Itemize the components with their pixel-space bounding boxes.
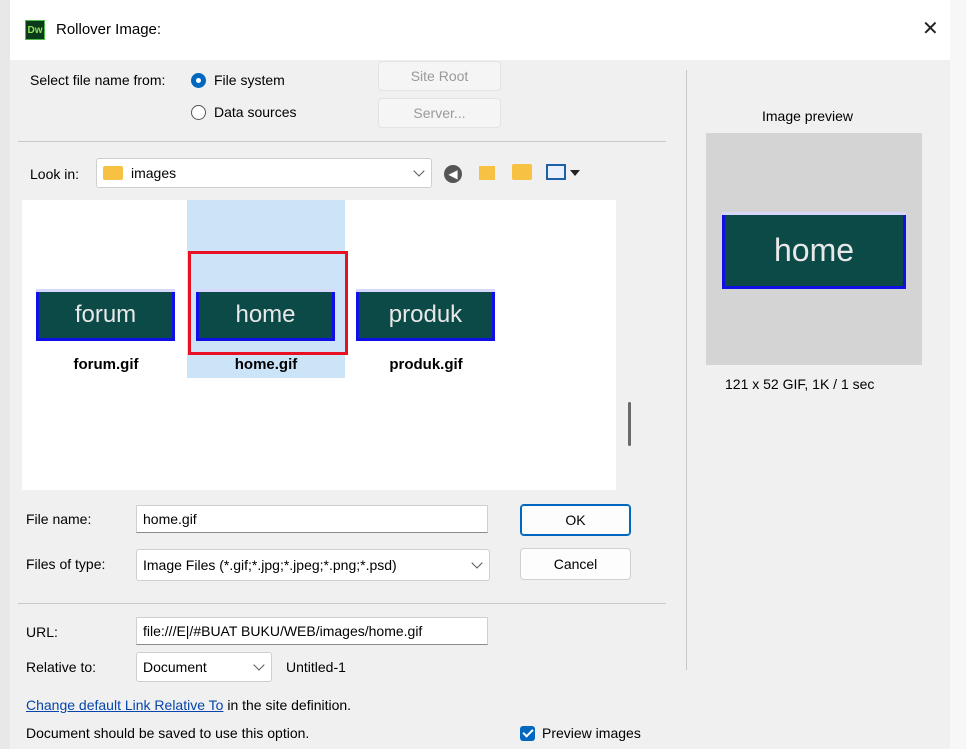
file-name-home[interactable]: home.gif bbox=[196, 356, 336, 373]
scrollbar-thumb[interactable] bbox=[628, 402, 631, 446]
highlight-box bbox=[188, 251, 348, 355]
link-suffix-text: in the site definition. bbox=[223, 697, 352, 713]
rollover-image-dialog: Dw Rollover Image: ✕ Select file name fr… bbox=[10, 0, 966, 749]
image-preview-box: home bbox=[706, 133, 922, 365]
thumb-text: produk bbox=[388, 301, 463, 328]
look-in-label: Look in: bbox=[30, 166, 80, 182]
window-title: Rollover Image: bbox=[56, 21, 162, 38]
file-name-label: File name: bbox=[26, 511, 92, 527]
close-icon[interactable]: ✕ bbox=[922, 16, 939, 41]
look-in-folder-name: images bbox=[131, 165, 177, 181]
source-label: Select file name from: bbox=[30, 72, 166, 88]
file-thumbnail-produk[interactable]: produk bbox=[356, 289, 495, 341]
file-system-radio[interactable] bbox=[191, 73, 206, 88]
file-thumbnail-forum[interactable]: forum bbox=[36, 289, 175, 341]
up-folder-icon[interactable] bbox=[476, 162, 498, 184]
preview-image-text: home bbox=[773, 232, 855, 268]
thumb-text: forum bbox=[74, 301, 137, 328]
divider-top bbox=[18, 141, 666, 142]
url-input[interactable]: file:///E|/#BUAT BUKU/WEB/images/home.gi… bbox=[136, 617, 488, 645]
divider-bottom bbox=[18, 603, 666, 604]
relative-to-value: Document bbox=[143, 659, 207, 675]
footer-link-line: Change default Link Relative To in the s… bbox=[26, 697, 351, 713]
view-menu-dropdown-icon[interactable] bbox=[570, 170, 580, 176]
folder-icon bbox=[103, 166, 123, 180]
chevron-down-icon bbox=[253, 659, 265, 671]
data-sources-label[interactable]: Data sources bbox=[214, 104, 296, 120]
dreamweaver-app-icon: Dw bbox=[25, 20, 45, 40]
relative-to-select[interactable]: Document bbox=[136, 652, 272, 682]
relative-to-label: Relative to: bbox=[26, 659, 97, 675]
url-label: URL: bbox=[26, 624, 58, 640]
image-info: 121 x 52 GIF, 1K / 1 sec bbox=[725, 376, 875, 392]
file-name-produk[interactable]: produk.gif bbox=[356, 356, 496, 373]
preview-divider bbox=[686, 70, 687, 670]
background-window-edge bbox=[0, 0, 10, 749]
app-icon-text: Dw bbox=[27, 24, 43, 36]
file-name-forum[interactable]: forum.gif bbox=[36, 356, 176, 373]
save-note: Document should be saved to use this opt… bbox=[26, 725, 310, 741]
preview-images-label[interactable]: Preview images bbox=[542, 725, 641, 741]
files-of-type-value: Image Files (*.gif;*.jpg;*.jpeg;*.png;*.… bbox=[143, 557, 397, 573]
data-sources-radio[interactable] bbox=[191, 105, 206, 120]
document-name: Untitled-1 bbox=[286, 659, 346, 675]
look-in-select[interactable]: images bbox=[96, 158, 432, 188]
chevron-down-icon bbox=[413, 165, 425, 177]
view-menu-icon[interactable] bbox=[546, 164, 566, 180]
site-root-button[interactable]: Site Root bbox=[378, 61, 501, 91]
file-system-label[interactable]: File system bbox=[214, 72, 285, 88]
file-list[interactable]: forum forum.gif home home.gif produk pro… bbox=[22, 200, 631, 490]
file-name-input[interactable]: home.gif bbox=[136, 505, 488, 533]
preview-images-checkbox[interactable] bbox=[520, 726, 535, 741]
files-of-type-select[interactable]: Image Files (*.gif;*.jpg;*.jpeg;*.png;*.… bbox=[136, 549, 490, 581]
image-preview-title: Image preview bbox=[762, 108, 854, 124]
ok-button[interactable]: OK bbox=[520, 504, 631, 536]
back-icon[interactable]: ◀ bbox=[444, 165, 462, 183]
server-button[interactable]: Server... bbox=[378, 98, 501, 128]
preview-image: home bbox=[722, 212, 906, 289]
background-window-edge-right bbox=[950, 0, 966, 749]
cancel-button[interactable]: Cancel bbox=[520, 548, 631, 580]
change-link-relative-link[interactable]: Change default Link Relative To bbox=[26, 697, 223, 713]
new-folder-icon[interactable] bbox=[512, 164, 532, 180]
chevron-down-icon bbox=[471, 557, 483, 569]
files-of-type-label: Files of type: bbox=[26, 556, 106, 572]
